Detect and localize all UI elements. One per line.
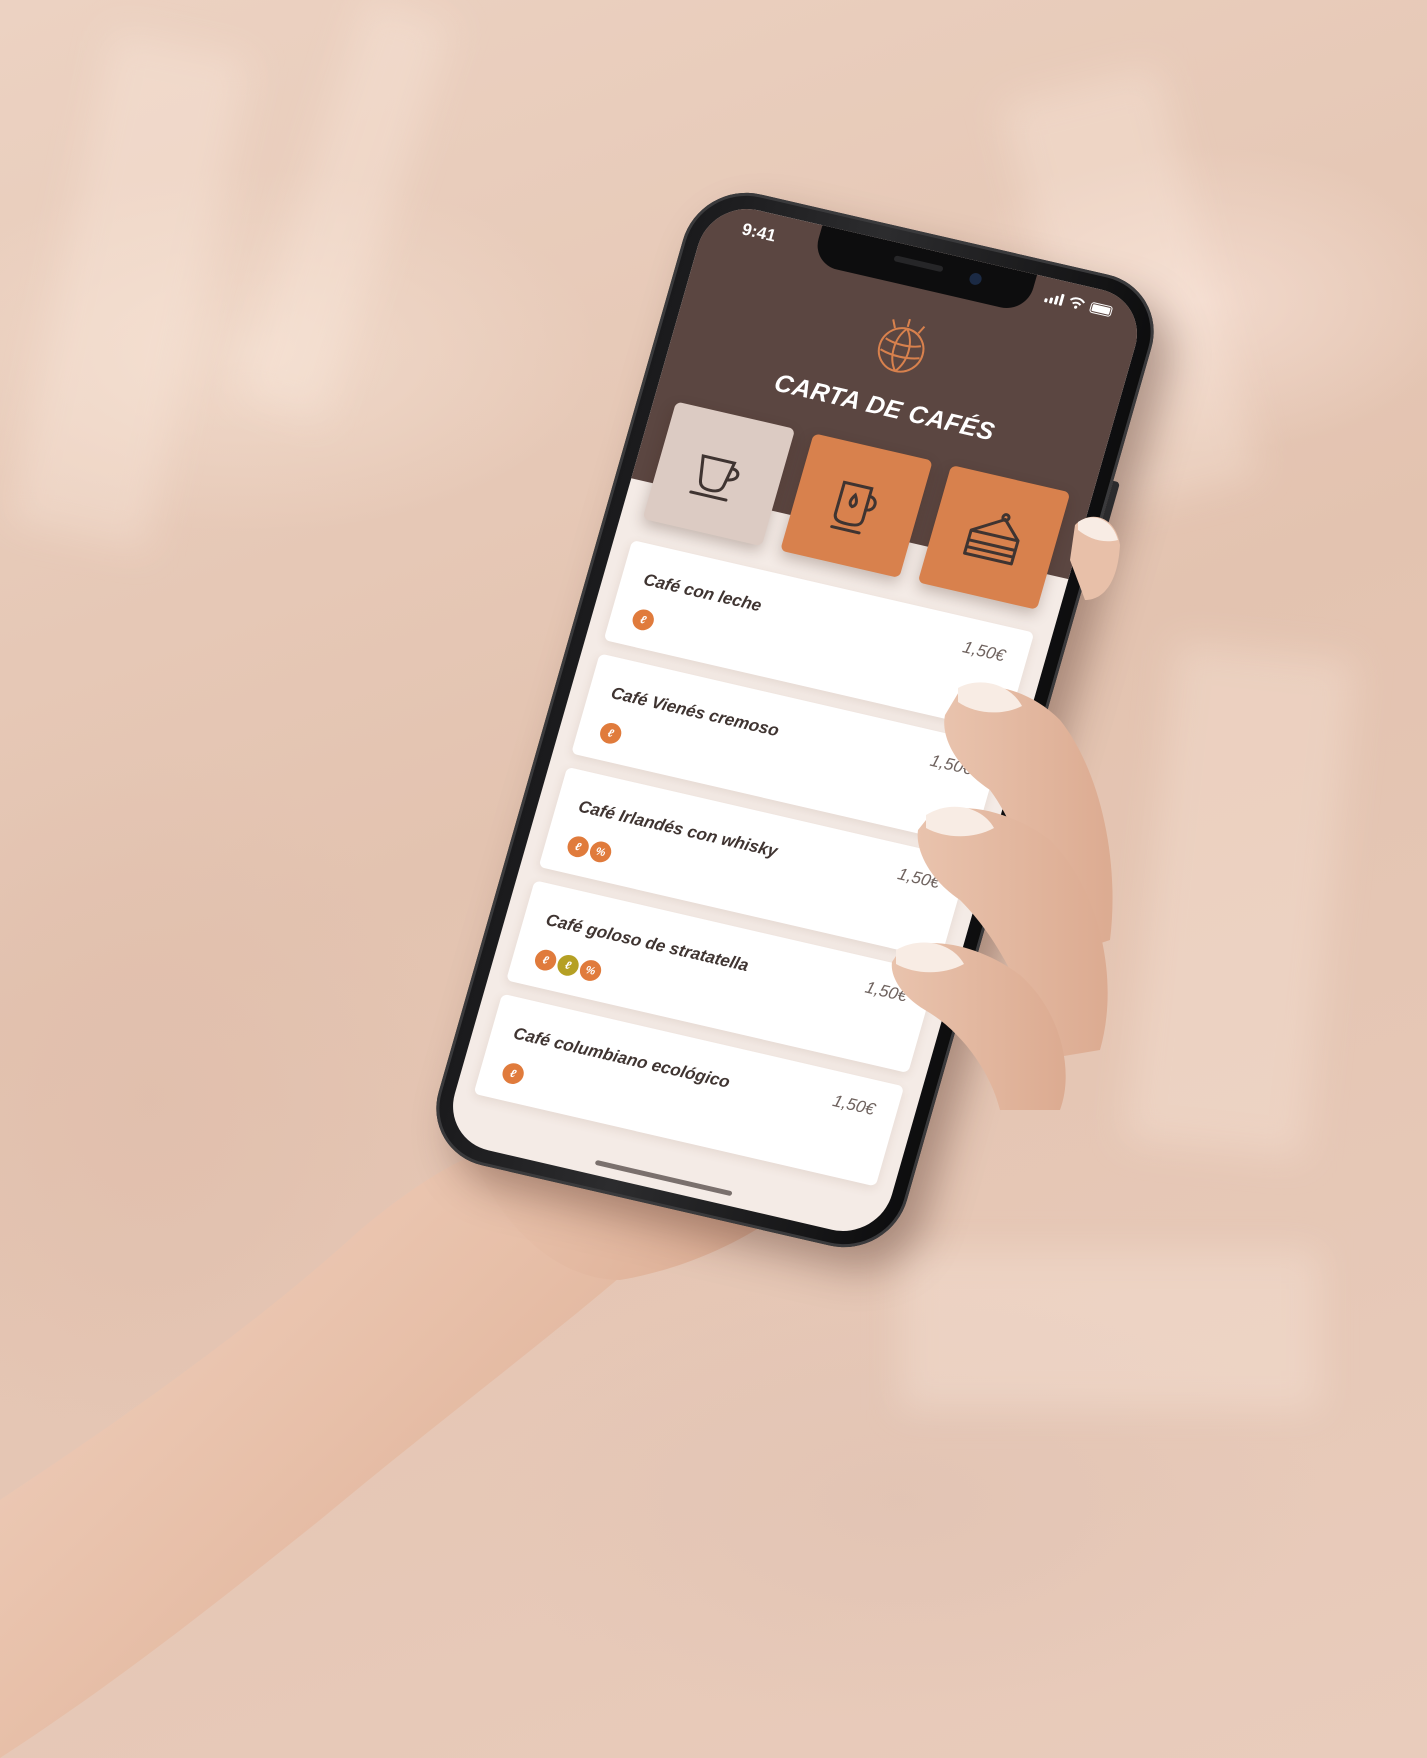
- item-price: 1,50€: [960, 637, 1008, 666]
- item-name: Café columbiano ecológico: [511, 1023, 733, 1092]
- tab-mug[interactable]: [780, 433, 933, 579]
- coffee-bean-icon: ℓ: [532, 947, 559, 973]
- item-name: Café con leche: [641, 569, 764, 616]
- coffee-mug-drop-icon: [830, 480, 877, 535]
- nuts-icon: ℓ: [554, 952, 582, 978]
- alcohol-icon: %: [587, 839, 614, 865]
- allergen-icons: ℓ: [499, 1061, 527, 1087]
- item-price: 1,50€: [928, 750, 975, 779]
- tab-desserts[interactable]: [917, 465, 1071, 610]
- item-price: 1,50€: [863, 977, 910, 1006]
- item-price: 1,50€: [830, 1091, 878, 1120]
- front-camera-icon: [968, 271, 984, 287]
- allergen-icons: ℓ %: [565, 834, 614, 865]
- coffee-cup-icon: [689, 454, 740, 502]
- cake-slice-icon: [963, 513, 1020, 566]
- coffee-bean-icon: ℓ: [565, 834, 592, 860]
- speaker-grill: [893, 255, 944, 273]
- allergen-icons: ℓ: [597, 720, 624, 746]
- allergen-icons: ℓ ℓ %: [532, 947, 604, 983]
- allergen-icons: ℓ: [630, 607, 657, 633]
- item-price: 1,50€: [895, 864, 943, 893]
- item-name: Café Vienés cremoso: [608, 683, 782, 741]
- alcohol-icon: %: [577, 958, 604, 983]
- coffee-bean-icon: ℓ: [597, 720, 624, 746]
- coffee-bean-icon: ℓ: [499, 1061, 527, 1087]
- coffee-bean-icon: ℓ: [630, 607, 657, 633]
